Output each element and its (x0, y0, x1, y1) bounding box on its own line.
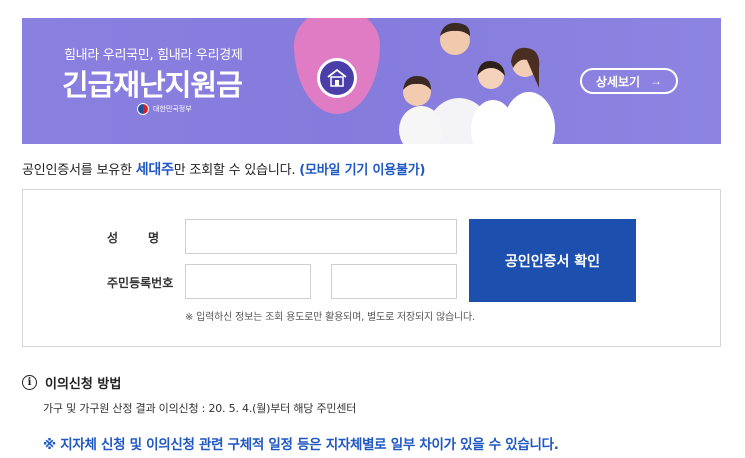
gov-logo: 대한민국정부 (137, 103, 192, 115)
cert-form: 성명 주민등록번호 공인인증서 확인 ※ 입력하신 정보는 조회 용도로만 활용… (22, 189, 721, 347)
objection-title: 이의신청 방법 (45, 377, 122, 392)
privacy-hint: ※ 입력하신 정보는 조회 용도로만 활용되며, 별도로 저장되지 않습니다. (185, 312, 475, 323)
notice-text: 공인인증서를 보유한 세대주만 조회할 수 있습니다. (모바일 기기 이용불가… (22, 159, 425, 179)
arrow-right-icon: → (650, 74, 663, 88)
cert-confirm-button[interactable]: 공인인증서 확인 (469, 219, 636, 302)
home-icon (317, 58, 357, 98)
notice-highlight: 세대주 (135, 162, 174, 178)
family-illustration (399, 22, 555, 144)
name-input[interactable] (185, 219, 457, 254)
rrn-label: 주민등록번호 (107, 276, 174, 290)
taegeuk-emblem-icon (137, 103, 149, 115)
notice-middle: 만 조회할 수 있습니다. (173, 163, 300, 178)
gov-label: 대한민국정부 (153, 105, 192, 113)
banner-subtitle: 힘내라 우리국민, 힘내라 우리경제 (64, 48, 243, 63)
objection-warning: ※ 지자체 신청 및 이의신청 관련 구체적 일정 등은 지자체별로 일부 차이… (43, 437, 559, 453)
name-label: 성명 (107, 231, 190, 245)
objection-description: 가구 및 가구원 산정 결과 이의신청 : 20. 5. 4.(월)부터 해당 … (43, 402, 357, 415)
mobile-note: (모바일 기기 이용불가) (299, 163, 426, 178)
promo-banner[interactable]: 힘내라 우리국민, 힘내라 우리경제 긴급재난지원금 대한민국정부 상세보기 → (22, 18, 721, 144)
banner-title: 긴급재난지원금 (62, 68, 243, 102)
detail-button-label: 상세보기 (595, 74, 641, 89)
detail-button[interactable]: 상세보기 → (580, 68, 678, 94)
drop-graphic (292, 18, 382, 118)
rrn-front-input[interactable] (185, 264, 311, 299)
rrn-back-input[interactable] (331, 264, 457, 299)
notice-prefix: 공인인증서를 보유한 (22, 163, 136, 178)
info-icon: i (22, 375, 37, 390)
objection-header: i 이의신청 방법 (22, 373, 121, 392)
